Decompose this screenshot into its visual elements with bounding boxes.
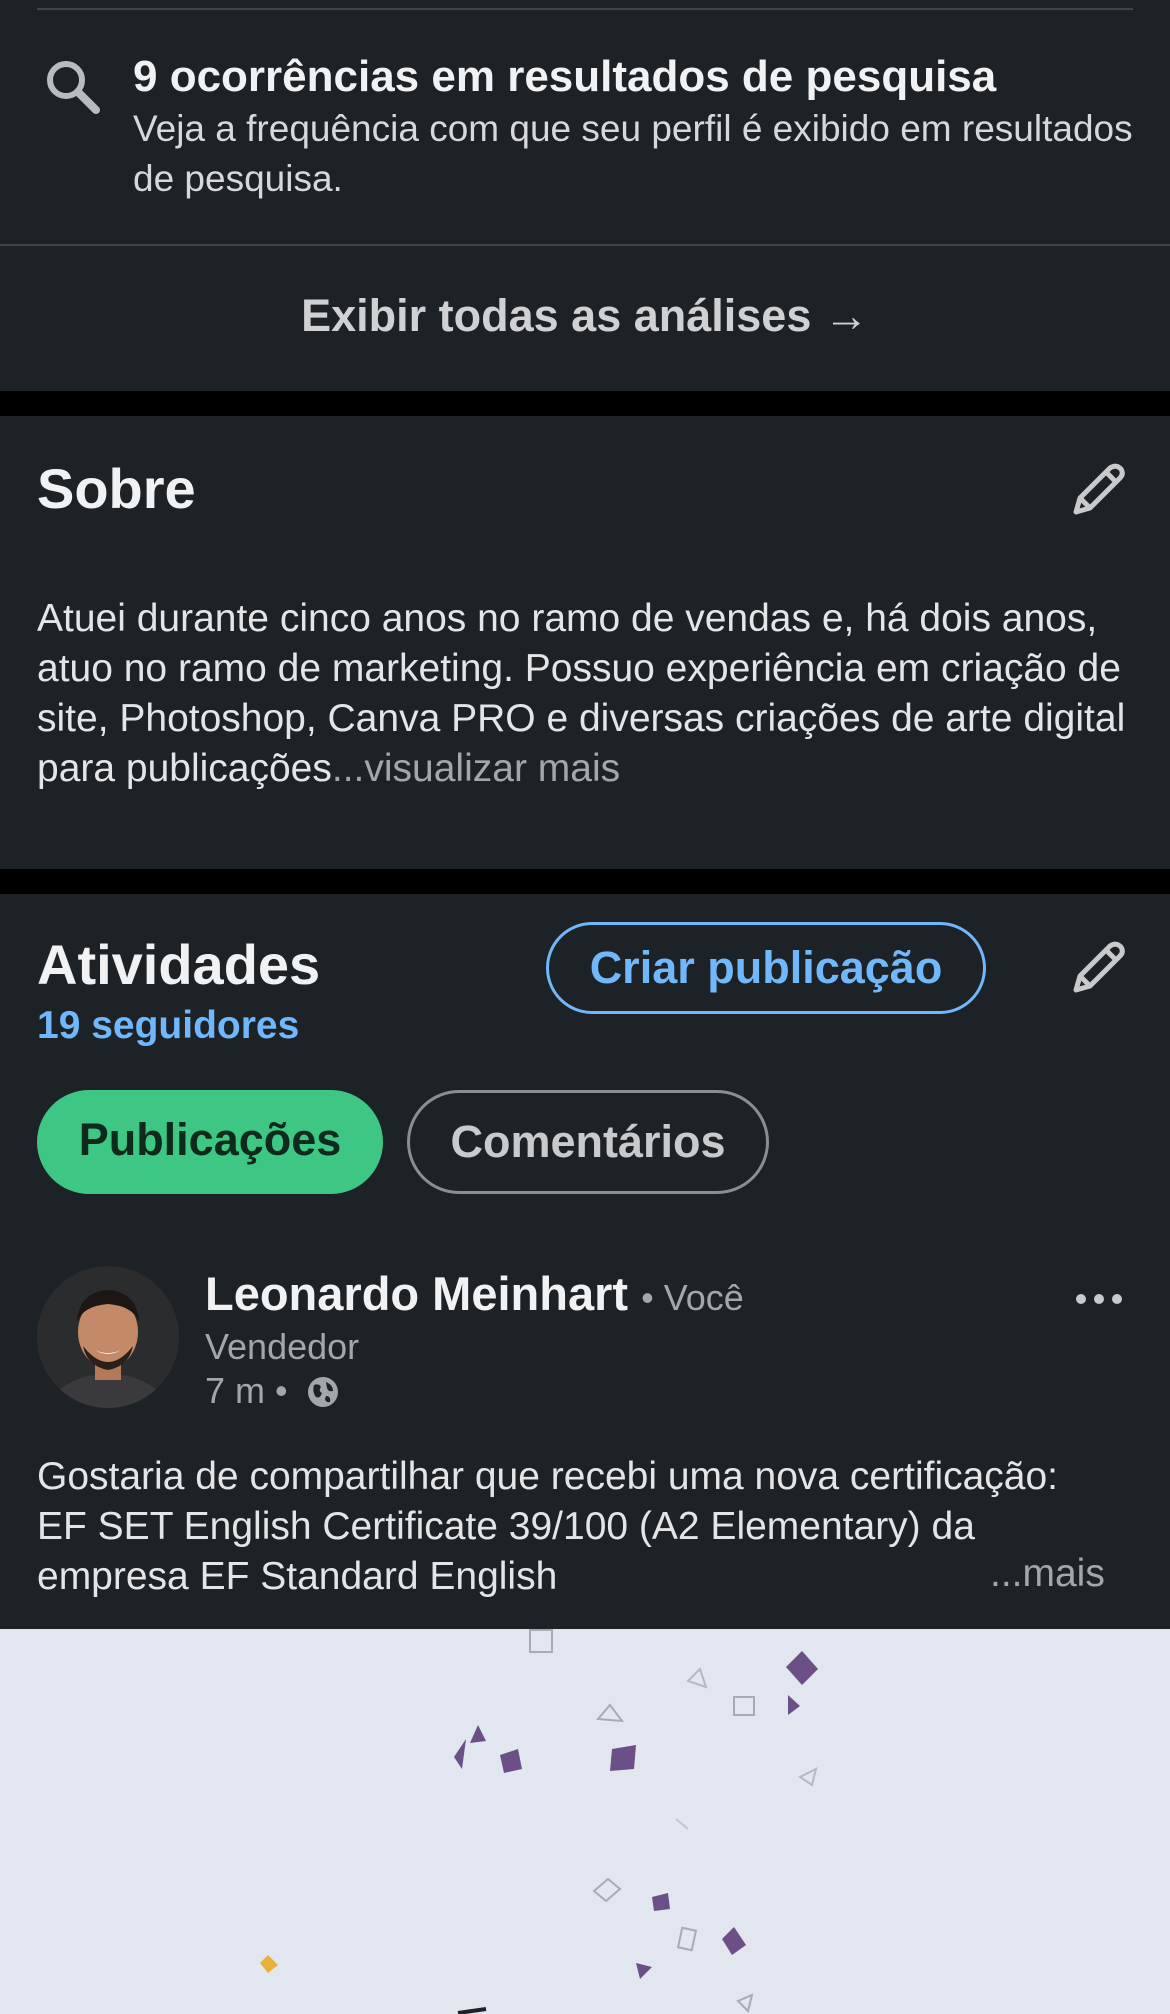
post-text: Gostaria de compartilhar que recebi uma … — [37, 1455, 1059, 1598]
search-appearances-title: 9 ocorrências em resultados de pesquisa — [133, 52, 997, 101]
post-author[interactable]: Leonardo Meinhart • Você — [205, 1266, 744, 1321]
search-appearances-subtitle: Veja a frequência com que seu perfil é e… — [133, 108, 1133, 199]
post-timestamp: 7 m • — [205, 1370, 340, 1412]
analytics-card: 9 ocorrências em resultados de pesquisa … — [0, 0, 1170, 391]
about-card: Sobre Atuei durante cinco anos no ramo d… — [0, 416, 1170, 869]
more-dots-icon[interactable] — [1072, 1284, 1126, 1314]
tab-comments[interactable]: Comentários — [407, 1090, 769, 1194]
confetti-illustration — [260, 1629, 818, 2014]
tab-publications[interactable]: Publicações — [37, 1090, 383, 1194]
avatar[interactable] — [37, 1266, 179, 1408]
author-you-tag: • Você — [641, 1277, 744, 1318]
activity-title: Atividades — [37, 933, 321, 996]
search-icon — [47, 61, 100, 114]
pencil-icon[interactable] — [1066, 458, 1130, 522]
divider — [0, 244, 1170, 246]
post-time-text: 7 m • — [205, 1370, 288, 1411]
post-see-more-link[interactable]: ...mais — [990, 1552, 1105, 1596]
avatar-image — [37, 1266, 179, 1408]
create-post-button[interactable]: Criar publicação — [546, 922, 986, 1014]
post-image[interactable] — [0, 1629, 1170, 2014]
see-more-link[interactable]: ...visualizar mais — [332, 747, 620, 790]
author-headline: Vendedor — [205, 1326, 360, 1367]
activity-card: Atividades 19 seguidores Criar publicaçã… — [0, 894, 1170, 1629]
globe-icon — [307, 1377, 338, 1407]
search-appearances-row[interactable]: 9 ocorrências em resultados de pesquisa … — [37, 50, 1133, 210]
about-text: Atuei durante cinco anos no ramo de vend… — [37, 594, 1137, 794]
divider — [37, 8, 1133, 10]
followers-count[interactable]: 19 seguidores — [37, 1004, 299, 1048]
author-name: Leonardo Meinhart — [205, 1267, 629, 1320]
pencil-icon[interactable] — [1066, 936, 1130, 1000]
about-title: Sobre — [37, 457, 196, 520]
show-all-analytics-link[interactable]: Exibir todas as análises → — [0, 290, 1170, 342]
